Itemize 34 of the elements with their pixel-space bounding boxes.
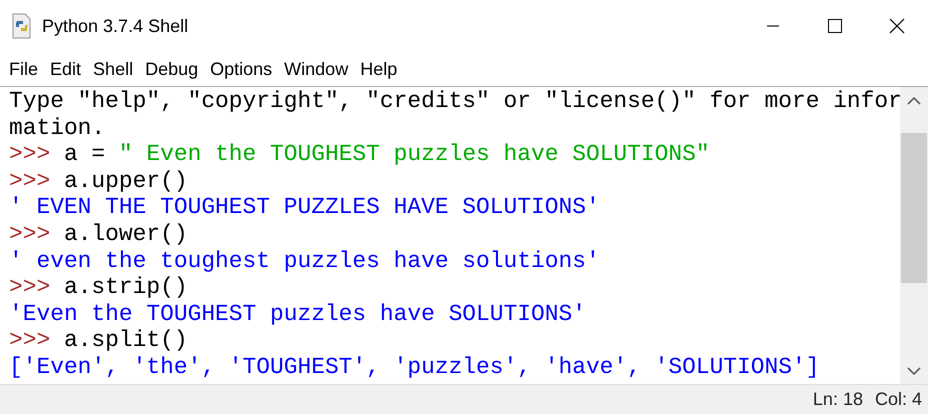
menu-item[interactable]: Shell xyxy=(87,56,140,82)
prompt-text: >>> xyxy=(9,220,52,247)
message-text: Type "help", "copyright", "credits" or "license()" for more infor xyxy=(9,88,900,114)
code-text: a = xyxy=(64,141,106,168)
menu-item[interactable]: Options xyxy=(204,56,278,82)
column-status: Col: 4 xyxy=(874,388,922,411)
message-text: mation. xyxy=(9,114,106,141)
code-text: a.strip() xyxy=(64,274,188,300)
menu-item[interactable]: Window xyxy=(278,56,354,82)
menu-item[interactable]: Edit xyxy=(44,56,88,82)
output-text: ['Even', 'the', 'TOUGHEST', 'puzzles', 'have', 'SOLUTIONS'] xyxy=(9,354,820,380)
prompt-text: >>> xyxy=(9,327,52,354)
close-icon xyxy=(889,18,905,34)
menu-item[interactable]: Debug xyxy=(139,56,204,82)
string-literal: " Even the TOUGHEST puzzles have SOLUTIONS" xyxy=(118,141,710,168)
output-text: ' EVEN THE TOUGHEST PUZZLES HAVE SOLUTIONS' xyxy=(9,194,600,220)
code-text: a.lower() xyxy=(64,220,188,247)
maximize-icon xyxy=(827,18,843,34)
chevron-up-icon xyxy=(907,96,921,104)
prompt-text: >>> xyxy=(9,141,52,168)
output-text: 'Even the TOUGHEST puzzles have SOLUTIONS' xyxy=(9,300,586,327)
code-text: a.split() xyxy=(64,327,188,354)
chevron-down-icon xyxy=(907,366,921,376)
menu-item[interactable]: File xyxy=(3,56,44,82)
code-text: a.upper() xyxy=(64,168,188,194)
window-title: Python 3.7.4 Shell xyxy=(42,14,188,38)
output-text: ' even the toughest puzzles have solutions' xyxy=(9,248,600,274)
menu-item[interactable]: Help xyxy=(354,56,404,82)
prompt-text: >>> xyxy=(9,274,52,300)
prompt-text: >>> xyxy=(9,168,52,194)
line-number-status: Ln: 18 xyxy=(812,388,863,411)
minimize-icon xyxy=(766,25,780,27)
scrollbar-thumb[interactable] xyxy=(901,133,927,283)
scrollbar[interactable] xyxy=(900,87,928,384)
